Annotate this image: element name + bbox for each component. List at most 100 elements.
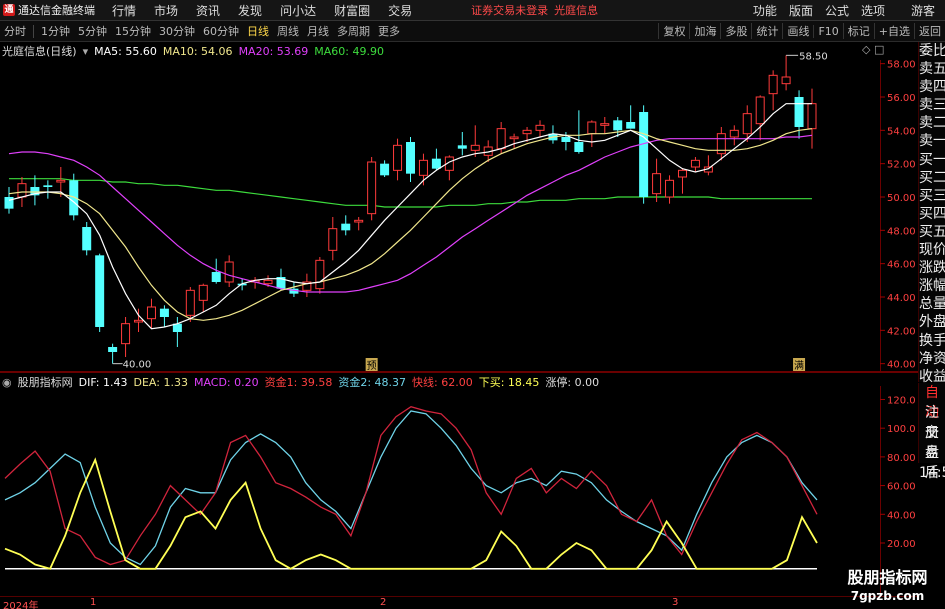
menu-trade[interactable]: 交易 [379,2,421,19]
menu-news[interactable]: 资讯 [187,2,229,19]
side-tab-10[interactable]: 买五 [919,223,945,241]
right-toolbar: 复权 加海 多股 统计 画线 F10 标记 +自选 返回 [658,23,945,39]
side-tab-15[interactable]: 外盘 [919,313,945,331]
month-3-label: 3 [672,597,679,608]
status-tab-4[interactable]: 14:56 [919,463,945,483]
price-tick-4: 50.00 [887,193,916,204]
side-tab-1[interactable]: 卖五 [919,60,945,78]
diamond-icon[interactable]: ◇ [862,43,870,56]
candle [639,105,649,204]
settings-icons: ◇ □ [862,43,884,56]
ma5-label: MA5: 55.60 [94,44,157,58]
status-side-panel: 自动注册交易盘后14:56 [918,383,945,481]
fund2-label: 资金2: 48.37 [338,376,407,389]
period-multi[interactable]: 多周期 [333,23,374,39]
menubar: 通 通达信金融终端 行情 市场 资讯 发现 问小达 财富圈 交易 证券交易未登录… [0,0,945,21]
period-more[interactable]: 更多 [374,23,404,39]
side-tab-17[interactable]: 净资 [919,350,945,368]
flag-man: 满 [794,360,804,372]
status-tab-0[interactable]: 自动 [919,383,945,421]
ind-tick-5: 20.00 [887,539,916,550]
period-daily[interactable]: 日线 [243,23,273,39]
minimize-icon[interactable]: □ [874,43,884,56]
overlay-button[interactable]: 加海 [689,23,720,39]
period-monthly[interactable]: 月线 [303,23,333,39]
period-15min[interactable]: 15分钟 [111,23,155,39]
status-tab-2[interactable]: 交易 [919,423,945,461]
price-tick-8: 42.00 [887,326,916,337]
flag-yu: 预 [367,360,377,372]
adjust-button[interactable]: 复权 [658,23,689,39]
diamond-icon[interactable]: ◉ [2,376,12,389]
ind-tick-0: 120.0 [887,395,916,406]
period-5min[interactable]: 5分钟 [74,23,111,39]
ind-tick-1: 100.0 [887,424,916,435]
multi-stock-button[interactable]: 多股 [720,23,751,39]
status-tab-3[interactable]: 盘后 [919,443,945,481]
security-name: 光庭信息 [554,4,599,17]
side-tab-0[interactable]: 委比 [919,42,945,60]
chevron-down-icon[interactable]: ▾ [83,45,89,58]
side-tab-6[interactable]: 买一 [919,151,945,169]
menu-function[interactable]: 功能 [747,2,783,19]
guest-user[interactable]: 游客 [911,2,945,19]
draw-button[interactable]: 画线 [782,23,813,39]
f10-button[interactable]: F10 [813,24,842,38]
side-tab-5[interactable]: 卖一 [919,132,945,150]
period-intraday[interactable]: 分时 [0,23,30,39]
mark-button[interactable]: 标记 [842,23,874,39]
app-logo: 通 通达信金融终端 [0,2,103,18]
price-tick-3: 52.00 [887,160,916,171]
side-tab-7[interactable]: 买二 [919,169,945,187]
quote-side-panel: 委比 卖五 卖四 卖三 卖二 卖一 买一 买二 买三 买四 买五 现价 涨跌 涨幅 总量 外盘 换手 净资 收益 [918,42,945,385]
menu-formula[interactable]: 公式 [819,2,855,19]
menu-market-overview[interactable]: 市场 [145,2,187,19]
dif-label: DIF: 1.43 [78,375,128,389]
price-chart[interactable]: 58.00 56.00 54.00 52.00 50.00 48.00 46.00 44.00… [0,42,918,372]
side-tab-8[interactable]: 买三 [919,187,945,205]
dea-label: DEA: 1.33 [133,375,188,389]
side-tab-14[interactable]: 总量 [919,295,945,313]
menu-market[interactable]: 行情 [103,2,145,19]
menu-ask[interactable]: 问小达 [271,2,325,19]
menu-discover[interactable]: 发现 [229,2,271,19]
watermark: 股朋指标网 7gpzb.com [830,568,945,609]
month-1-label: 1 [90,597,97,608]
side-tab-12[interactable]: 涨跌 [919,259,945,277]
high-price-label: 58.50 [799,51,828,62]
indicator-name[interactable]: 股朋指标网 [18,374,73,390]
side-tab-4[interactable]: 卖二 [919,114,945,132]
price-tick-6: 46.00 [887,260,916,271]
menu-layout[interactable]: 版面 [783,2,819,19]
main-legend: 光庭信息(日线) ▾ MA5: 55.60 MA10: 54.06 MA20: … [2,43,390,59]
period-1min[interactable]: 1分钟 [37,23,74,39]
period-weekly[interactable]: 周线 [273,23,303,39]
app-window: 通 通达信金融终端 行情 市场 资讯 发现 问小达 财富圈 交易 证券交易未登录… [0,0,945,609]
buy-label: 下买: 18.45 [478,376,540,389]
period-60min[interactable]: 60分钟 [199,23,243,39]
stats-button[interactable]: 统计 [751,23,782,39]
back-button[interactable]: 返回 [914,23,945,39]
side-tab-3[interactable]: 卖三 [919,96,945,114]
login-notice[interactable]: 证券交易未登录 [471,2,548,18]
logo-icon: 通 [3,4,15,16]
price-tick-1: 56.00 [887,93,916,104]
indicator-chart[interactable]: 120.0 100.0 80.00 60.00 40.00 20.00 [0,372,918,596]
side-tab-13[interactable]: 涨幅 [919,277,945,295]
status-tab-1[interactable]: 注册 [919,403,945,441]
indicator-legend: ◉ 股朋指标网 DIF: 1.43 DEA: 1.33 MACD: 0.20 资… [2,374,605,390]
price-tick-7: 44.00 [887,293,916,304]
ind-tick-4: 40.00 [887,510,916,521]
menu-wealth[interactable]: 财富圈 [325,2,379,19]
side-tab-16[interactable]: 换手 [919,332,945,350]
fast-label: 快线: 62.00 [412,376,473,389]
candle [95,253,105,332]
period-30min[interactable]: 30分钟 [155,23,199,39]
chart-title[interactable]: 光庭信息(日线) [2,43,77,59]
add-watchlist-button[interactable]: +自选 [873,23,914,39]
side-tab-11[interactable]: 现价 [919,241,945,259]
menu-options[interactable]: 选项 [855,2,891,19]
side-tab-2[interactable]: 卖四 [919,78,945,96]
watermark-line2: 7gpzb.com [850,589,925,603]
side-tab-9[interactable]: 买四 [919,205,945,223]
